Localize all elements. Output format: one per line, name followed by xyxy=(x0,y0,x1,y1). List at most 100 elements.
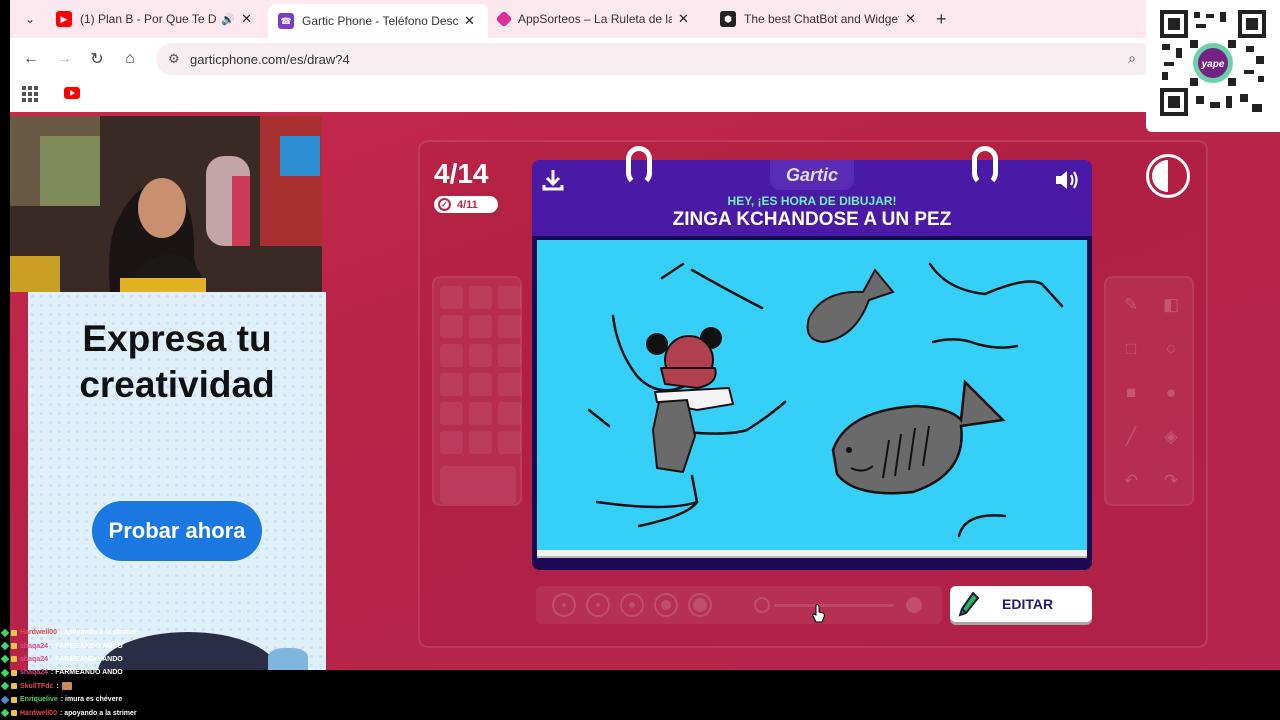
color-swatch[interactable] xyxy=(440,315,463,338)
url-text[interactable]: garticphone.com/es/draw?4 xyxy=(190,52,350,67)
chat-message: Hardwell00: apoyando a la strimer xyxy=(0,706,340,719)
redo-icon[interactable]: ↷ xyxy=(1154,464,1188,498)
tab-title: AppSorteos – La Ruleta de la S xyxy=(518,12,672,26)
color-swatch[interactable] xyxy=(498,373,521,396)
color-palette xyxy=(432,276,522,506)
line-icon[interactable]: ╱ xyxy=(1114,420,1148,454)
site-info-icon[interactable]: ⚙ xyxy=(168,51,180,67)
brush-size-5[interactable] xyxy=(688,593,712,617)
browser-toolbar: ← → ↻ ⌂ ⚙ garticphone.com/es/draw?4 ⌕ ☆ xyxy=(10,38,1280,80)
sound-icon[interactable] xyxy=(1054,168,1080,192)
home-icon[interactable]: ⌂ xyxy=(119,48,141,70)
back-arrow-icon[interactable]: ← xyxy=(20,48,42,70)
color-swatch[interactable] xyxy=(498,286,521,309)
emote-icon xyxy=(61,682,72,691)
tab-youtube[interactable]: ▶ (1) Plan B - Por Que Te Dem 🔊 ✕ xyxy=(46,4,262,34)
chat-username: Enriquelive xyxy=(20,696,58,704)
rectangle-outline-icon[interactable]: □ xyxy=(1114,332,1148,366)
address-bar[interactable]: ⚙ garticphone.com/es/draw?4 ⌕ ☆ xyxy=(156,43,1160,75)
rectangle-fill-icon[interactable]: ■ xyxy=(1114,376,1148,410)
edit-button[interactable]: EDITAR xyxy=(950,586,1092,622)
brush-size-picker xyxy=(542,590,736,620)
color-swatch[interactable] xyxy=(469,373,492,396)
eraser-icon[interactable]: ◧ xyxy=(1154,288,1188,322)
tab-chatbot[interactable]: ⬢ The best ChatBot and Widgets ✕ xyxy=(710,4,926,34)
chat-text: : apoyando a la strimer xyxy=(59,709,137,717)
color-swatch[interactable] xyxy=(469,402,492,425)
chat-username: Hardwell00 xyxy=(20,629,57,637)
circle-outline-icon[interactable]: ○ xyxy=(1154,332,1188,366)
chat-username: Hardwell00 xyxy=(20,709,57,717)
color-swatch[interactable] xyxy=(498,344,521,367)
color-swatch[interactable] xyxy=(440,402,463,425)
brush-size-3[interactable] xyxy=(620,593,644,617)
close-tab-icon[interactable]: ✕ xyxy=(678,11,689,27)
color-swatch[interactable] xyxy=(498,402,521,425)
color-swatch[interactable] xyxy=(440,431,463,454)
chat-username: shaqa24 xyxy=(20,642,49,650)
drawing-tools: ✎ ◧ □ ○ ■ ● ╱ ◈ ↶ ↷ xyxy=(1104,276,1194,506)
brush-controls xyxy=(536,586,942,624)
close-tab-icon[interactable]: ✕ xyxy=(464,13,475,29)
drawing-sketch xyxy=(587,262,1064,538)
brush-size-4[interactable] xyxy=(654,593,678,617)
try-now-button[interactable]: Probar ahora xyxy=(92,501,262,561)
tab-appsorteos[interactable]: AppSorteos – La Ruleta de la S ✕ xyxy=(488,4,706,34)
undo-icon[interactable]: ↶ xyxy=(1114,464,1148,498)
mouse-cursor xyxy=(812,604,825,623)
notebook-ring-right xyxy=(972,146,998,186)
opacity-track[interactable] xyxy=(774,604,894,607)
contrast-toggle-button[interactable] xyxy=(1146,154,1190,198)
chat-username: SkullTFdc xyxy=(20,682,54,690)
chat-message: shaqa24: FARMEANDO ANDO xyxy=(0,639,340,652)
phrase-to-draw: ZINGA KCHANDOSE A UN PEZ xyxy=(672,209,952,230)
small-fish xyxy=(806,268,895,344)
color-swatch[interactable] xyxy=(469,286,492,309)
close-tab-icon[interactable]: ✕ xyxy=(905,11,916,27)
tab-gartic[interactable]: ☎ Gartic Phone - Teléfono Descon ✕ xyxy=(268,4,488,38)
color-swatch[interactable] xyxy=(498,431,521,454)
audio-icon[interactable]: 🔊 xyxy=(221,13,235,26)
zoom-icon[interactable]: ⌕ xyxy=(1128,50,1136,67)
chat-username: shaqa24 xyxy=(20,655,49,663)
pencil-icon[interactable]: ✎ xyxy=(1114,288,1148,322)
girl-figure xyxy=(646,327,735,474)
tab-title: The best ChatBot and Widgets xyxy=(744,12,900,26)
svg-text:yape: yape xyxy=(1201,59,1225,70)
gartic-icon: ☎ xyxy=(278,13,294,29)
color-swatch[interactable] xyxy=(469,431,492,454)
players-done-count: 4/11 xyxy=(457,198,478,211)
tab-title: (1) Plan B - Por Que Te Dem xyxy=(80,12,217,26)
ad-headline: Expresa tu creatividad xyxy=(79,318,275,405)
chat-username: shaqa24 xyxy=(20,669,49,677)
youtube-bookmark-icon[interactable] xyxy=(64,87,80,99)
fill-bucket-icon[interactable]: ◈ xyxy=(1154,420,1188,454)
drawing-canvas[interactable] xyxy=(537,240,1087,552)
players-done-badge: ✓ 4/11 xyxy=(434,196,498,213)
brush-size-2[interactable] xyxy=(586,593,610,617)
custom-color-swatch[interactable] xyxy=(440,466,516,504)
color-swatch[interactable] xyxy=(469,344,492,367)
chat-text: : FARMEANDO ANDO xyxy=(51,642,123,650)
forward-arrow-icon[interactable]: → xyxy=(53,48,75,70)
close-tab-icon[interactable]: ✕ xyxy=(241,11,252,27)
brush-size-1[interactable] xyxy=(552,593,576,617)
tab-search-button[interactable]: ⌄ xyxy=(18,7,42,31)
download-icon[interactable] xyxy=(542,168,564,192)
color-swatch[interactable] xyxy=(440,344,463,367)
instruction-subtitle: HEY, ¡ES HORA DE DIBUJAR! xyxy=(727,194,897,208)
reload-icon[interactable]: ↻ xyxy=(86,48,108,70)
circle-fill-icon[interactable]: ● xyxy=(1154,376,1188,410)
opacity-slider[interactable] xyxy=(748,590,936,620)
chat-message: shaqa24: FARMEANDO ANDO xyxy=(0,653,340,666)
apps-grid-icon[interactable] xyxy=(22,86,38,102)
chatbot-icon: ⬢ xyxy=(720,11,736,27)
gartic-logo: Gartic xyxy=(770,160,854,190)
color-swatch[interactable] xyxy=(440,286,463,309)
color-swatch[interactable] xyxy=(440,373,463,396)
notebook-ring-left xyxy=(626,146,652,186)
new-tab-button[interactable]: + xyxy=(936,9,947,30)
color-swatch[interactable] xyxy=(469,315,492,338)
webcam-feed xyxy=(10,116,322,292)
color-swatch[interactable] xyxy=(498,315,521,338)
